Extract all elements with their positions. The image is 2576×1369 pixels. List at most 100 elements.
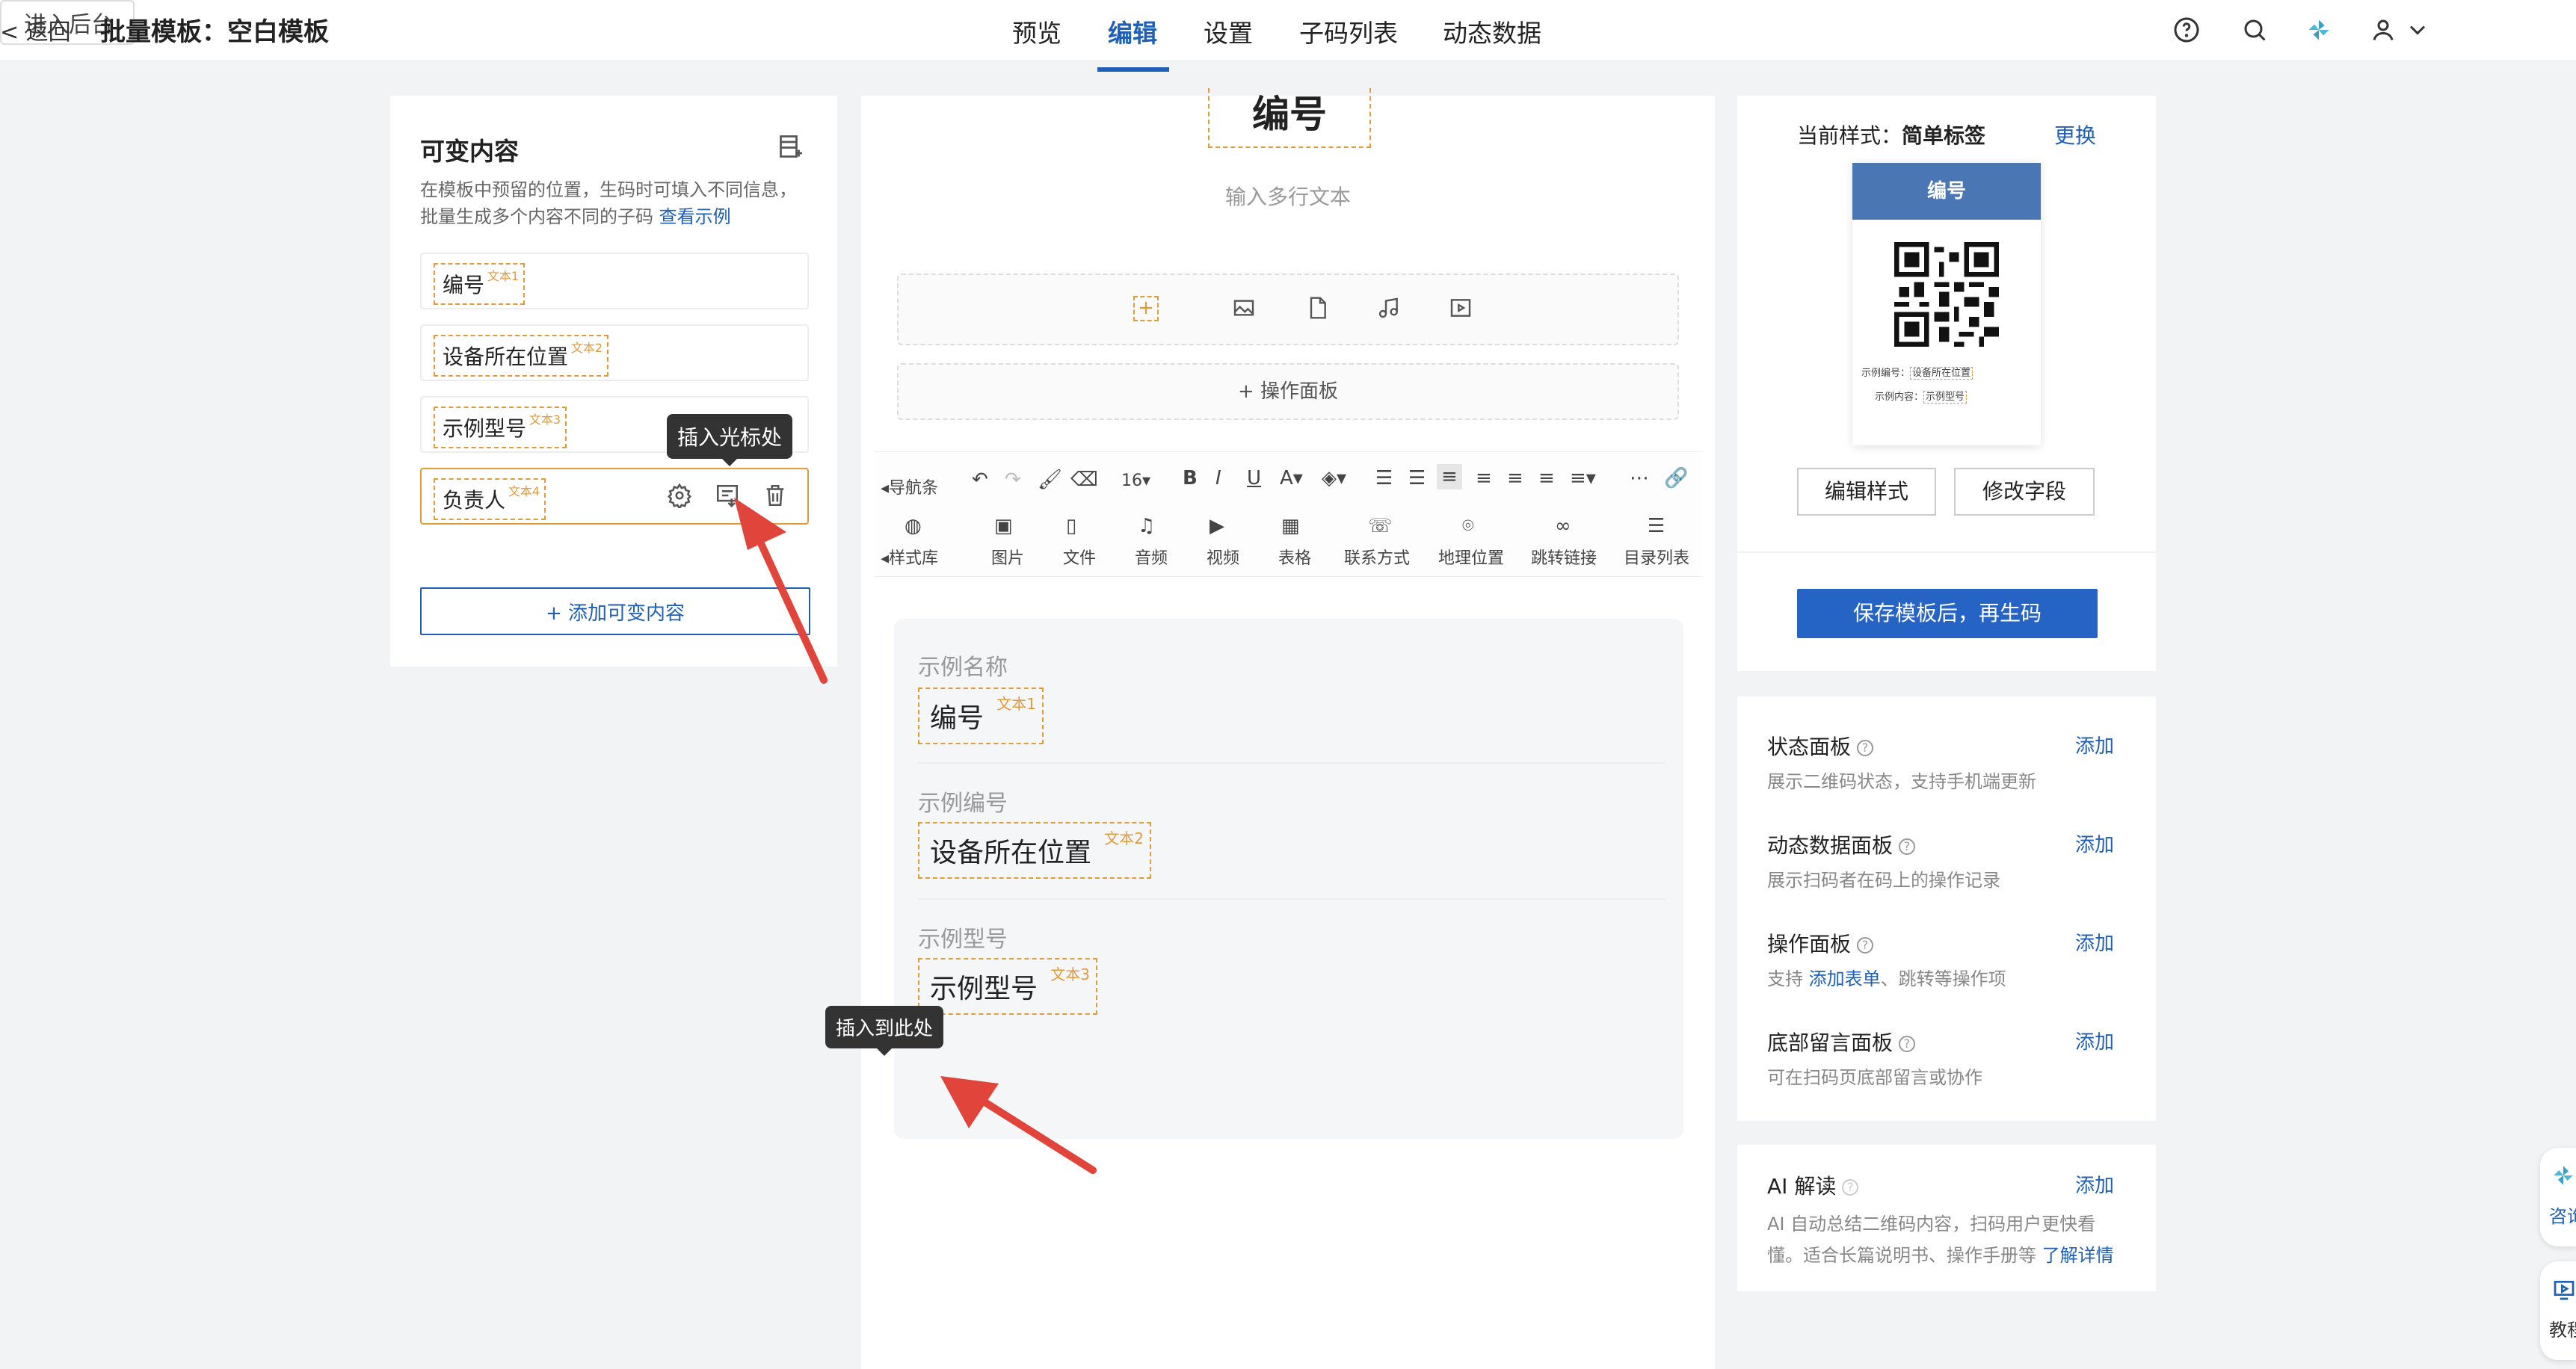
tab-edit[interactable]: 编辑: [1108, 13, 1157, 49]
redo-icon[interactable]: ↷: [1005, 469, 1021, 491]
help-icon[interactable]: ?: [1857, 740, 1874, 756]
bullet-list-icon[interactable]: ☰: [1408, 467, 1426, 489]
directory-list-icon[interactable]: ☰: [1648, 515, 1665, 537]
file-icon[interactable]: [1305, 296, 1329, 323]
add-comment-panel-button[interactable]: 添加: [2075, 1027, 2114, 1054]
image-icon[interactable]: [1232, 296, 1256, 323]
field-value-tag[interactable]: 示例型号 文本3: [918, 958, 1098, 1015]
help-icon[interactable]: ?: [1899, 838, 1916, 855]
operation-panel-button[interactable]: + 操作面板: [897, 363, 1679, 420]
add-variable-icon[interactable]: +: [1133, 296, 1159, 321]
image-icon[interactable]: ▣: [994, 515, 1013, 537]
tab-dynamic-data[interactable]: 动态数据: [1443, 13, 1541, 49]
search-icon[interactable]: [2240, 15, 2270, 45]
annotation-arrow-up: [734, 498, 828, 684]
insert-file-label[interactable]: 文件: [1063, 545, 1096, 569]
justify-icon[interactable]: ≡: [1538, 467, 1555, 489]
table-settings-icon[interactable]: [777, 133, 804, 160]
field-value-tag[interactable]: 设备所在位置 文本2: [918, 822, 1152, 879]
panel-option-title: 操作面板?: [1767, 928, 1874, 958]
insert-directory-label[interactable]: 目录列表: [1624, 545, 1689, 569]
tab-settings[interactable]: 设置: [1204, 13, 1253, 49]
video-icon[interactable]: [1449, 296, 1473, 323]
top-field-tag[interactable]: 编号: [1208, 88, 1371, 148]
add-form-link[interactable]: 添加表单: [1809, 968, 1881, 989]
table-icon[interactable]: ▦: [1281, 515, 1300, 537]
jump-link-icon[interactable]: ∞: [1555, 515, 1571, 537]
save-template-button[interactable]: 保存模板后，再生码: [1797, 589, 2098, 638]
audio-icon[interactable]: [1377, 296, 1401, 323]
insert-audio-label[interactable]: 音频: [1135, 545, 1168, 569]
back-button[interactable]: < 返回: [0, 13, 71, 46]
field-value-tag[interactable]: 编号 文本1: [918, 687, 1044, 744]
variable-tag: 负责人 文本4: [434, 478, 546, 520]
consult-float-button[interactable]: 咨询: [2540, 1148, 2576, 1246]
add-status-panel-button[interactable]: 添加: [2075, 731, 2114, 758]
pinwheel-logo-icon[interactable]: [2304, 15, 2334, 45]
palette-icon[interactable]: ◍: [905, 515, 922, 537]
audio-icon[interactable]: ♫: [1138, 515, 1155, 537]
monitor-play-icon: [2552, 1278, 2576, 1303]
ordered-list-icon[interactable]: ☰: [1375, 467, 1393, 489]
more-icon[interactable]: ⋯: [1630, 467, 1649, 489]
insert-video-label[interactable]: 视频: [1207, 545, 1239, 569]
panel-title: 可变内容: [420, 137, 519, 166]
phone-icon[interactable]: ☏: [1368, 515, 1393, 537]
align-left-icon[interactable]: ≡: [1476, 467, 1492, 489]
help-icon[interactable]: [2172, 15, 2201, 45]
insert-image-label[interactable]: 图片: [991, 545, 1024, 569]
insert-location-label[interactable]: 地理位置: [1438, 545, 1504, 569]
add-operation-panel-button[interactable]: 添加: [2075, 928, 2114, 956]
help-icon[interactable]: ?: [1899, 1036, 1916, 1052]
font-color-icon[interactable]: A▾: [1280, 467, 1303, 489]
variable-item[interactable]: 编号 文本1: [420, 253, 809, 309]
highlight-icon[interactable]: ◈▾: [1322, 467, 1346, 489]
location-icon[interactable]: ⌾: [1462, 515, 1474, 538]
link-icon[interactable]: 🔗: [1664, 467, 1688, 489]
multiline-text-input[interactable]: 输入多行文本: [861, 181, 1715, 211]
undo-icon[interactable]: ↶: [972, 469, 988, 491]
align-center-icon[interactable]: ≡: [1437, 464, 1462, 489]
edit-fields-button[interactable]: 修改字段: [1954, 468, 2095, 516]
insert-jump-link-label[interactable]: 跳转链接: [1531, 545, 1597, 569]
pinwheel-logo-icon: [2551, 1163, 2576, 1188]
insert-table-label[interactable]: 表格: [1278, 545, 1311, 569]
add-panels-list: 状态面板? 添加 展示二维码状态，支持手机端更新 动态数据面板? 添加 展示扫码…: [1737, 696, 2156, 1121]
variable-tag: 设备所在位置 文本2: [434, 335, 609, 377]
line-height-icon[interactable]: ≡▾: [1570, 467, 1596, 489]
help-icon[interactable]: ?: [1842, 1179, 1859, 1196]
variable-tag: 编号 文本1: [434, 263, 526, 305]
align-right-icon[interactable]: ≡: [1507, 467, 1523, 489]
preview-line-1: 示例编号： 设备所在位置: [1861, 365, 1973, 380]
add-dynamic-data-panel-button[interactable]: 添加: [2075, 829, 2114, 857]
bold-icon[interactable]: B: [1183, 467, 1198, 489]
change-style-link[interactable]: 更换: [2054, 120, 2096, 149]
tutorial-float-button[interactable]: 教程: [2540, 1261, 2576, 1360]
video-icon[interactable]: ▶: [1210, 515, 1224, 537]
add-ai-button[interactable]: 添加: [2075, 1170, 2114, 1198]
insert-contact-label[interactable]: 联系方式: [1344, 545, 1410, 569]
ai-panel: AI 解读? 添加 AI 自动总结二维码内容，扫码用户更快看 懂。适合长篇说明书…: [1737, 1145, 2156, 1291]
eraser-icon[interactable]: ⌫: [1070, 469, 1098, 491]
divider: [918, 898, 1666, 900]
style-library-button[interactable]: ◂样式库: [881, 545, 938, 569]
file-icon[interactable]: ▯: [1066, 515, 1076, 537]
ai-title: AI 解读?: [1767, 1170, 1859, 1200]
edit-style-button[interactable]: 编辑样式: [1797, 468, 1936, 516]
tab-subcode-list[interactable]: 子码列表: [1299, 13, 1398, 49]
variable-item[interactable]: 设备所在位置 文本2: [420, 324, 809, 381]
learn-more-link[interactable]: 了解详情: [2042, 1245, 2114, 1266]
font-size-select[interactable]: 16▾: [1121, 472, 1150, 490]
help-icon[interactable]: ?: [1857, 937, 1874, 954]
user-icon[interactable]: [2368, 15, 2398, 45]
tab-preview[interactable]: 预览: [1012, 13, 1061, 49]
view-example-link[interactable]: 查看示例: [659, 206, 731, 227]
insert-here-tooltip: 插入到此处: [825, 1006, 944, 1056]
nav-bar-button[interactable]: ◂导航条: [881, 475, 938, 498]
format-painter-icon[interactable]: 🖌: [1038, 469, 1062, 491]
underline-icon[interactable]: U: [1247, 467, 1261, 489]
label-preview-header: 编号: [1852, 163, 2041, 220]
italic-icon[interactable]: I: [1215, 467, 1221, 489]
gear-icon[interactable]: [667, 483, 694, 510]
chevron-down-icon[interactable]: [2403, 15, 2432, 45]
